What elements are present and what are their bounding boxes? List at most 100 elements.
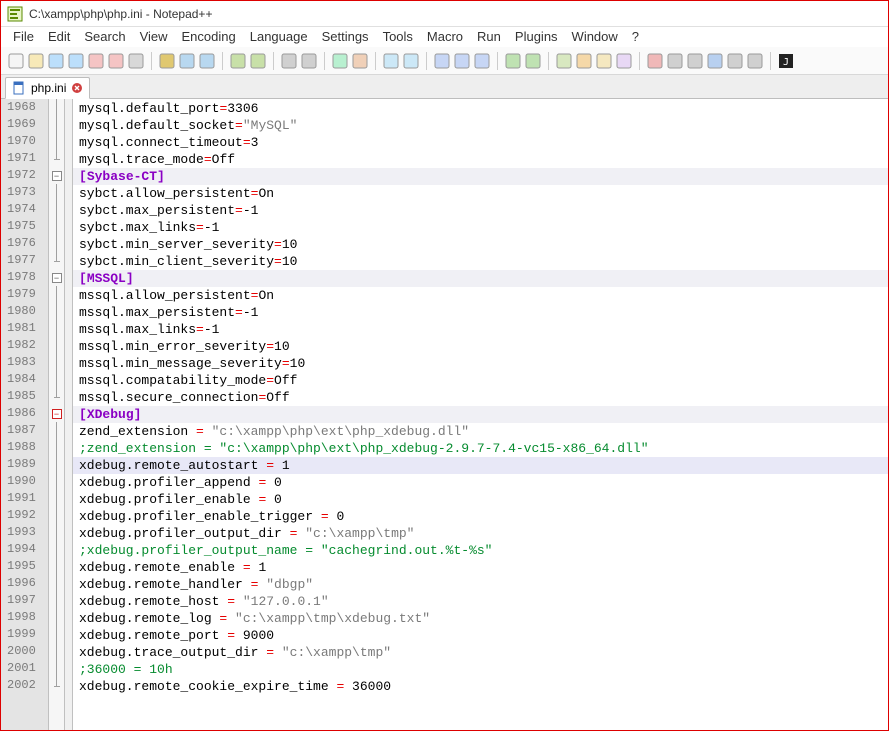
code-line[interactable]: mssql.max_links=-1 xyxy=(73,321,888,338)
code-line[interactable]: sybct.min_client_severity=10 xyxy=(73,253,888,270)
code-line[interactable]: xdebug.trace_output_dir = "c:\xampp\tmp" xyxy=(73,644,888,661)
code-line[interactable]: mssql.min_error_severity=10 xyxy=(73,338,888,355)
toolbar-ff-icon[interactable] xyxy=(706,52,724,70)
toolbar-wrap2-icon[interactable] xyxy=(433,52,451,70)
toolbar-save-all-icon[interactable] xyxy=(67,52,85,70)
code-line[interactable]: xdebug.profiler_enable_trigger = 0 xyxy=(73,508,888,525)
code-line[interactable]: xdebug.profiler_output_dir = "c:\xampp\t… xyxy=(73,525,888,542)
code-line[interactable]: xdebug.remote_host = "127.0.0.1" xyxy=(73,593,888,610)
line-number: 1999 xyxy=(1,626,48,643)
fold-marker xyxy=(49,218,64,235)
toolbar-indent-icon[interactable] xyxy=(473,52,491,70)
code-line[interactable]: mssql.min_message_severity=10 xyxy=(73,355,888,372)
code-line[interactable]: ;xdebug.profiler_output_name = "cachegri… xyxy=(73,542,888,559)
menu-file[interactable]: File xyxy=(13,29,34,44)
toolbar-show-all-icon[interactable] xyxy=(453,52,471,70)
code-line[interactable]: mysql.default_socket="MySQL" xyxy=(73,117,888,134)
toolbar-replace-icon[interactable] xyxy=(300,52,318,70)
fold-marker[interactable]: − xyxy=(49,405,64,422)
fold-marker[interactable]: − xyxy=(49,167,64,184)
code-line[interactable]: xdebug.profiler_append = 0 xyxy=(73,474,888,491)
code-line[interactable]: xdebug.remote_cookie_expire_time = 36000 xyxy=(73,678,888,695)
code-line[interactable]: sybct.max_links=-1 xyxy=(73,219,888,236)
code-line[interactable]: mssql.secure_connection=Off xyxy=(73,389,888,406)
toolbar-close-icon[interactable] xyxy=(87,52,105,70)
fold-marker xyxy=(49,507,64,524)
toolbar-close-all-icon[interactable] xyxy=(107,52,125,70)
close-icon[interactable] xyxy=(71,82,83,94)
code-line[interactable]: xdebug.remote_handler = "dbgp" xyxy=(73,576,888,593)
code-line[interactable]: xdebug.remote_enable = 1 xyxy=(73,559,888,576)
menu-tools[interactable]: Tools xyxy=(383,29,413,44)
toolbar-eye-icon[interactable] xyxy=(595,52,613,70)
code-line[interactable]: [XDebug] xyxy=(73,406,888,423)
code-line[interactable]: xdebug.remote_autostart = 1 xyxy=(73,457,888,474)
code-line[interactable]: mysql.connect_timeout=3 xyxy=(73,134,888,151)
line-number: 1992 xyxy=(1,507,48,524)
toolbar-zoom-out-icon[interactable] xyxy=(351,52,369,70)
line-number: 1991 xyxy=(1,490,48,507)
code-line[interactable]: xdebug.profiler_enable = 0 xyxy=(73,491,888,508)
toolbar-print-icon[interactable] xyxy=(127,52,145,70)
toolbar-list2-icon[interactable] xyxy=(746,52,764,70)
menu-search[interactable]: Search xyxy=(84,29,125,44)
menu-run[interactable]: Run xyxy=(477,29,501,44)
fold-marker xyxy=(49,388,64,405)
code-line[interactable]: [MSSQL] xyxy=(73,270,888,287)
code-line[interactable]: sybct.min_server_severity=10 xyxy=(73,236,888,253)
code-line[interactable]: xdebug.remote_port = 9000 xyxy=(73,627,888,644)
toolbar-outdent-icon[interactable] xyxy=(504,52,522,70)
code-line[interactable]: mysql.trace_mode=Off xyxy=(73,151,888,168)
toolbar-folder-icon[interactable] xyxy=(575,52,593,70)
menu-settings[interactable]: Settings xyxy=(322,29,369,44)
toolbar-j-icon[interactable]: J xyxy=(777,52,795,70)
toolbar-copy-icon[interactable] xyxy=(178,52,196,70)
code-line[interactable]: ;36000 = 10h xyxy=(73,661,888,678)
code-line[interactable]: xdebug.remote_log = "c:\xampp\tmp\xdebug… xyxy=(73,610,888,627)
code-line[interactable]: mssql.max_persistent=-1 xyxy=(73,304,888,321)
toolbar-new-icon[interactable] xyxy=(7,52,25,70)
code-line[interactable]: [Sybase-CT] xyxy=(73,168,888,185)
code-line[interactable]: sybct.allow_persistent=On xyxy=(73,185,888,202)
line-number: 1972 xyxy=(1,167,48,184)
toolbar-cut-icon[interactable] xyxy=(158,52,176,70)
menu-help[interactable]: ? xyxy=(632,29,639,44)
toolbar-stop-icon[interactable] xyxy=(646,52,664,70)
fold-marker[interactable]: − xyxy=(49,269,64,286)
code-line[interactable]: sybct.max_persistent=-1 xyxy=(73,202,888,219)
code-area[interactable]: mysql.default_port=3306mysql.default_soc… xyxy=(73,99,888,730)
toolbar-zoom-in-icon[interactable] xyxy=(331,52,349,70)
menu-plugins[interactable]: Plugins xyxy=(515,29,558,44)
menu-language[interactable]: Language xyxy=(250,29,308,44)
toolbar-paste-icon[interactable] xyxy=(198,52,216,70)
toolbar-rec-icon[interactable] xyxy=(615,52,633,70)
menu-edit[interactable]: Edit xyxy=(48,29,70,44)
toolbar-play-icon[interactable] xyxy=(666,52,684,70)
file-tab[interactable]: php.ini xyxy=(5,77,90,99)
code-line[interactable]: zend_extension = "c:\xampp\php\ext\php_x… xyxy=(73,423,888,440)
toolbar-sync-icon[interactable] xyxy=(382,52,400,70)
menu-macro[interactable]: Macro xyxy=(427,29,463,44)
toolbar-save-icon[interactable] xyxy=(47,52,65,70)
toolbar-open-icon[interactable] xyxy=(27,52,45,70)
toolbar-wrap-icon[interactable] xyxy=(402,52,420,70)
code-line[interactable]: mssql.compatability_mode=Off xyxy=(73,372,888,389)
toolbar-undo-icon[interactable] xyxy=(229,52,247,70)
toolbar-doc-icon[interactable] xyxy=(555,52,573,70)
toolbar-play2-icon[interactable] xyxy=(686,52,704,70)
editor[interactable]: 1968196919701971197219731974197519761977… xyxy=(1,99,888,730)
code-line[interactable]: mysql.default_port=3306 xyxy=(73,100,888,117)
toolbar-find-icon[interactable] xyxy=(280,52,298,70)
toolbar-redo-icon[interactable] xyxy=(249,52,267,70)
margin-column xyxy=(65,99,73,730)
code-line[interactable]: ;zend_extension = "c:\xampp\php\ext\php_… xyxy=(73,440,888,457)
menu-window[interactable]: Window xyxy=(572,29,618,44)
line-number: 1996 xyxy=(1,575,48,592)
line-number: 1981 xyxy=(1,320,48,337)
menu-encoding[interactable]: Encoding xyxy=(182,29,236,44)
code-line[interactable]: mssql.allow_persistent=On xyxy=(73,287,888,304)
toolbar-list-icon[interactable] xyxy=(726,52,744,70)
toolbar-pilcrow-icon[interactable] xyxy=(524,52,542,70)
line-number: 1990 xyxy=(1,473,48,490)
menu-view[interactable]: View xyxy=(140,29,168,44)
